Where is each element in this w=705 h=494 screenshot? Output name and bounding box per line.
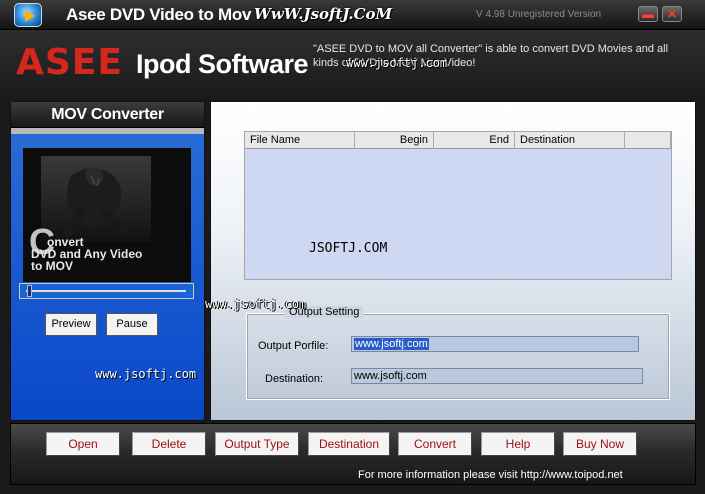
main-panel: File Name Begin End Destination JSOFTJ.C…: [210, 101, 696, 421]
window-title: Asee DVD Video to Mov: [66, 5, 252, 24]
destination-field[interactable]: www.jsoftj.com: [351, 368, 643, 384]
output-setting-group: Output Setting Output Porfile: www.jsoft…: [246, 306, 670, 400]
list-watermark: JSOFTJ.COM: [309, 241, 388, 256]
seek-handle[interactable]: [27, 285, 33, 297]
info-link-text: For more information please visit http:/…: [358, 469, 623, 481]
bottom-toolbar: Open Delete Output Type Destination Conv…: [10, 423, 696, 485]
seek-slider[interactable]: [19, 283, 194, 299]
output-profile-field[interactable]: www.jsoftj.com: [351, 336, 639, 352]
minimize-button[interactable]: ▬: [638, 6, 658, 22]
column-begin[interactable]: Begin: [355, 132, 434, 149]
brand-header: ASEE Ipod Software "ASEE DVD to MOV all …: [0, 30, 705, 96]
play-icon: [25, 10, 35, 22]
help-button[interactable]: Help: [481, 432, 555, 456]
version-label: V 4.98 Unregistered Version: [476, 9, 602, 20]
output-profile-value: www.jsoftj.com: [354, 338, 429, 350]
buy-now-button[interactable]: Buy Now: [563, 432, 637, 456]
column-end[interactable]: End: [434, 132, 515, 149]
title-bar[interactable]: Asee DVD Video to Mov WwW.JsoftJ.CoM V 4…: [0, 0, 705, 30]
file-list[interactable]: File Name Begin End Destination JSOFTJ.C…: [244, 131, 672, 280]
panel-header: MOV Converter: [11, 102, 204, 128]
panel-divider: [11, 128, 204, 134]
convert-button[interactable]: Convert: [398, 432, 472, 456]
output-type-button[interactable]: Output Type: [215, 432, 299, 456]
caption-line-3: to MOV: [31, 259, 73, 273]
logo-asee: ASEE: [16, 42, 123, 83]
panel-title: MOV Converter: [51, 106, 164, 123]
file-list-header: File Name Begin End Destination: [245, 132, 671, 149]
close-button[interactable]: ✕: [662, 6, 682, 22]
minimize-icon: ▬: [642, 7, 654, 21]
preview-button[interactable]: Preview: [45, 313, 97, 336]
close-icon: ✕: [666, 7, 678, 21]
destination-button[interactable]: Destination: [308, 432, 390, 456]
column-file-name[interactable]: File Name: [245, 132, 355, 149]
spiderman-figure-icon: [41, 156, 151, 242]
open-button[interactable]: Open: [46, 432, 120, 456]
destination-label: Destination:: [265, 373, 324, 385]
seek-rail: [26, 290, 186, 292]
preview-panel: MOV Converter C onvert DVD and Any Video…: [10, 101, 205, 421]
video-preview: C onvert DVD and Any Video to MOV: [23, 148, 191, 282]
output-profile-label: Output Porfile:: [258, 340, 329, 352]
logo-ipod-software: Ipod Software: [136, 49, 309, 79]
app-icon[interactable]: [14, 3, 42, 27]
left-watermark: www.jsoftj.com: [95, 367, 197, 381]
title-watermark: WwW.JsoftJ.CoM: [254, 5, 393, 23]
middle-watermark: www.jsoftj.com: [205, 297, 307, 311]
pause-button[interactable]: Pause: [106, 313, 158, 336]
column-destination[interactable]: Destination: [515, 132, 625, 149]
delete-button[interactable]: Delete: [132, 432, 206, 456]
column-extra[interactable]: [625, 132, 671, 149]
brand-watermark: www.jsoftj.com: [346, 56, 448, 70]
